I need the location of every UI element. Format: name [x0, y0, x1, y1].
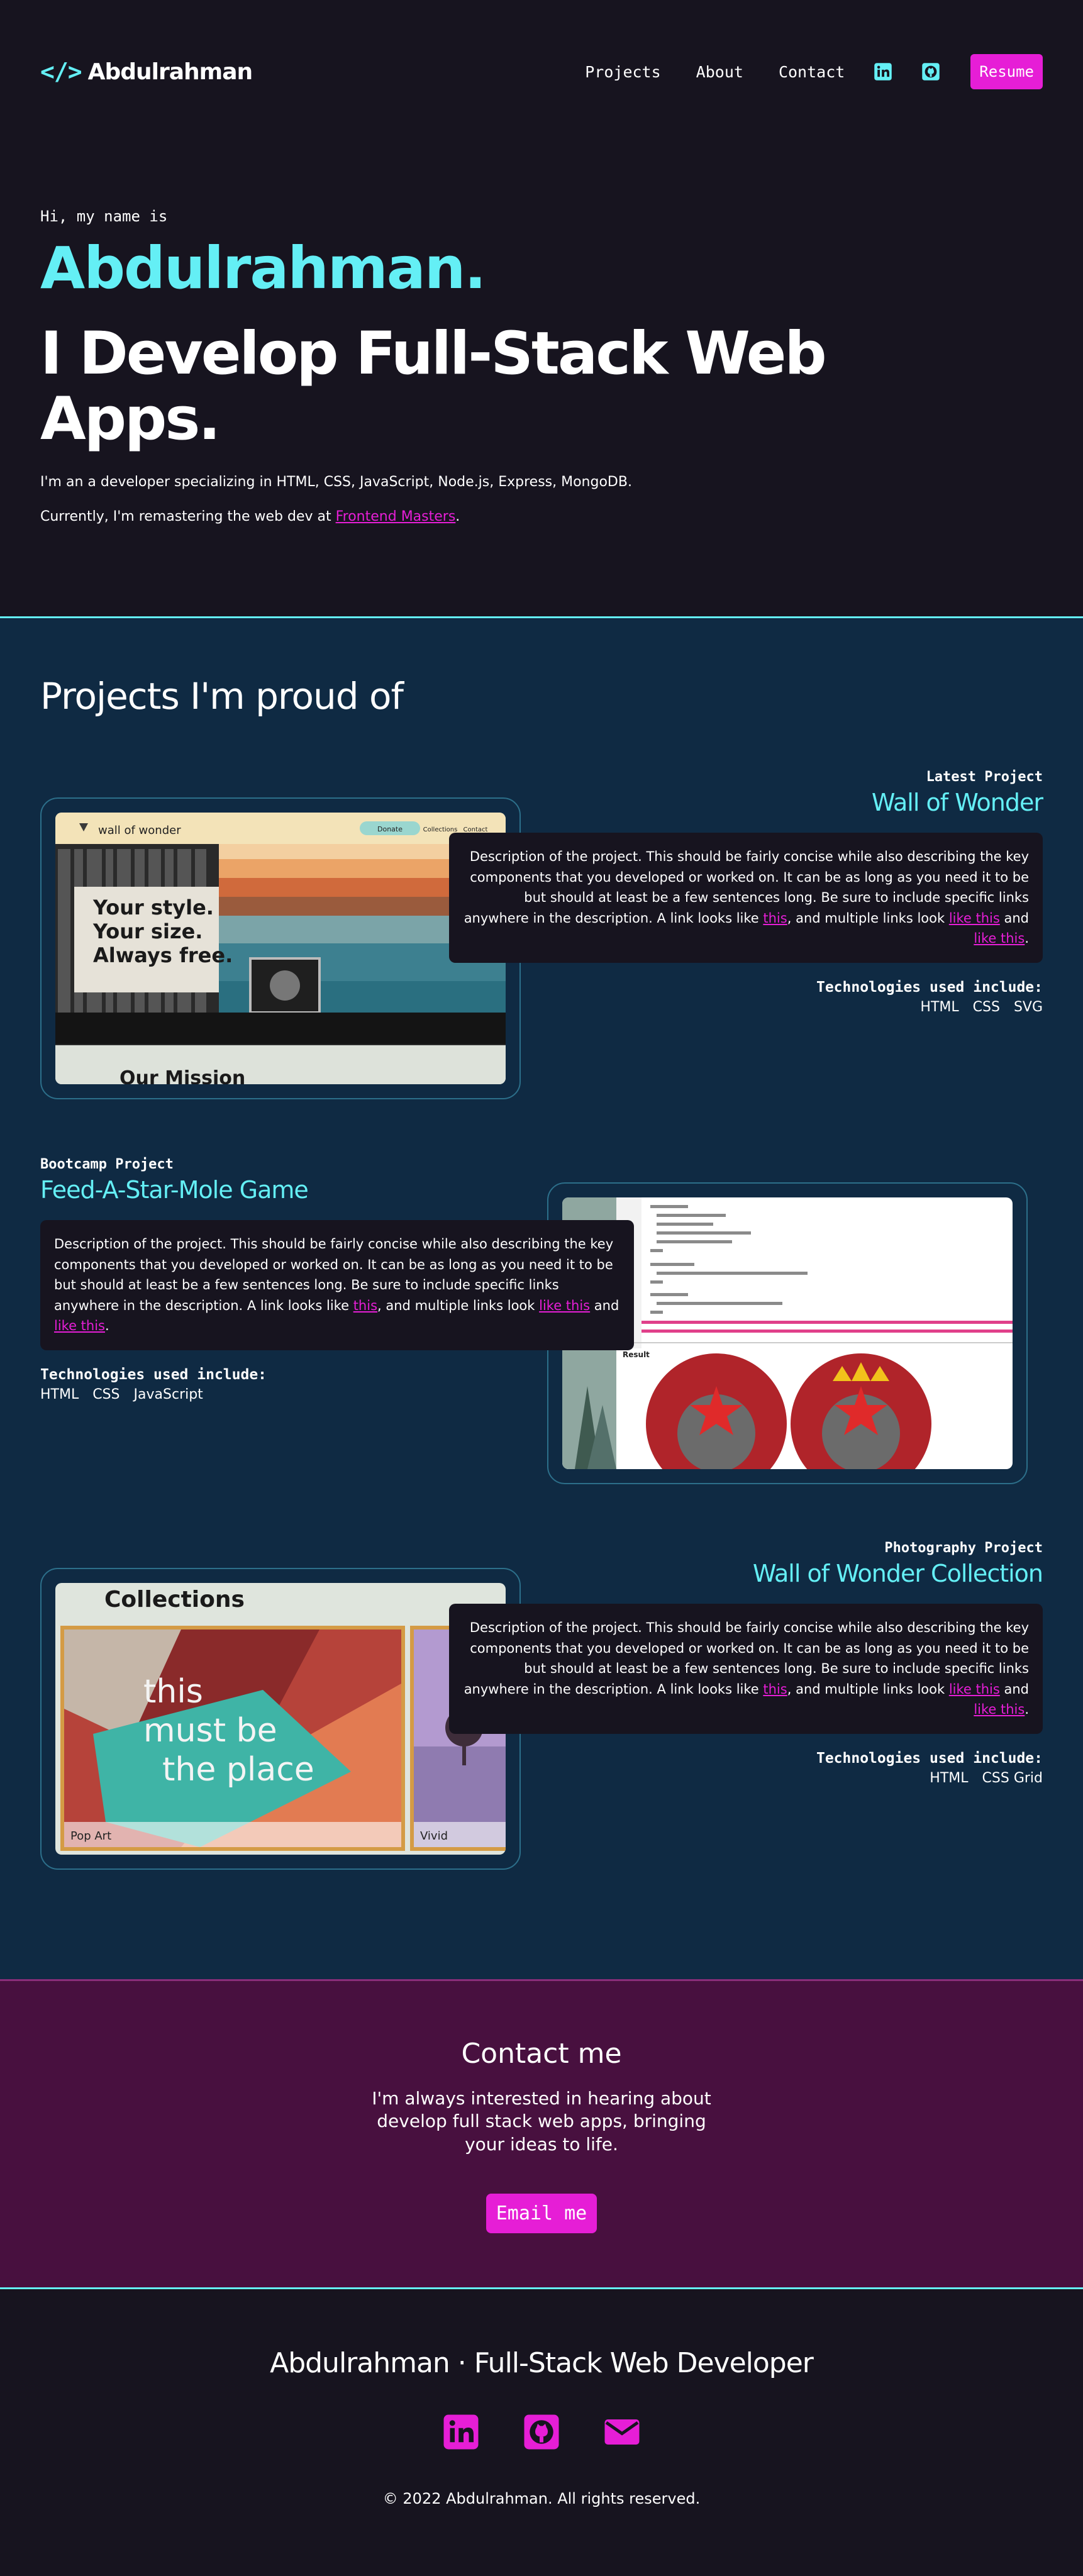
- project-1-description: Description of the project. This should …: [449, 833, 1043, 963]
- project-1-info: Latest Project Wall of Wonder Descriptio…: [449, 769, 1043, 1015]
- desc-link-this[interactable]: this: [763, 911, 787, 926]
- contact-section: Contact me I'm always interested in hear…: [0, 1979, 1083, 2289]
- tech-item: HTML: [40, 1386, 79, 1402]
- tech-item: JavaScript: [133, 1386, 203, 1402]
- hero-current-end: .: [455, 508, 460, 525]
- desc-link-like-this-1[interactable]: like this: [949, 1682, 1000, 1697]
- project-2-kind: Bootcamp Project: [40, 1157, 174, 1172]
- hero-section: Hi, my name is Abdulrahman. I Develop Fu…: [40, 208, 984, 525]
- contact-heading: Contact me: [461, 2038, 622, 2070]
- wow-mission: Our Mission: [119, 1067, 245, 1084]
- project-3-screenshot: Collections this must be the place Pop A…: [55, 1583, 506, 1855]
- email-me-button[interactable]: Email me: [486, 2194, 597, 2234]
- linkedin-icon[interactable]: [442, 2413, 480, 2451]
- tech-item: CSS: [972, 999, 1000, 1015]
- linkedin-icon[interactable]: [874, 62, 892, 81]
- tech-item: SVG: [1013, 999, 1043, 1015]
- project-3-tech-heading: Technologies used include:: [816, 1750, 1043, 1767]
- neon-line-3: the place: [162, 1751, 314, 1789]
- collections-heading: Collections: [104, 1587, 245, 1613]
- frontend-masters-link[interactable]: Frontend Masters: [336, 509, 456, 525]
- project-2-title[interactable]: Feed-A-Star-Mole Game: [40, 1176, 634, 1204]
- code-icon: </>: [40, 58, 82, 86]
- project-3-kind: Photography Project: [884, 1540, 1043, 1556]
- top-nav: </> Abdulrahman Projects About Contact R…: [0, 0, 1083, 142]
- neon-line-1: this: [143, 1673, 203, 1711]
- desc-link-like-this-1[interactable]: like this: [539, 1298, 590, 1313]
- project-2-tech-heading: Technologies used include:: [40, 1366, 267, 1383]
- copyright: © 2022 Abdulrahman. All rights reserved.: [382, 2490, 701, 2507]
- github-icon[interactable]: [523, 2413, 560, 2451]
- desc-link-this[interactable]: this: [353, 1298, 377, 1313]
- footer: Abdulrahman · Full-Stack Web Developer ©…: [0, 2289, 1083, 2576]
- hero-current-text: Currently, I'm remastering the web dev a…: [40, 508, 336, 525]
- tech-item: HTML: [920, 999, 959, 1015]
- desc-and: and: [999, 910, 1029, 926]
- footer-title: Abdulrahman · Full-Stack Web Developer: [270, 2347, 814, 2379]
- hero-name: Abdulrahman.: [40, 235, 486, 302]
- project-3-info: Photography Project Wall of Wonder Colle…: [449, 1540, 1043, 1786]
- resume-button[interactable]: Resume: [970, 54, 1043, 89]
- wow-headline-1: Your style.: [92, 896, 214, 919]
- desc-mid: , and multiple links look: [377, 1297, 540, 1313]
- desc-and: and: [590, 1297, 619, 1313]
- wow-headline-2: Your size.: [92, 919, 203, 943]
- wow-headline-3: Always free.: [93, 943, 233, 967]
- desc-link-like-this-2[interactable]: like this: [974, 1702, 1025, 1717]
- project-3-title[interactable]: Wall of Wonder Collection: [449, 1560, 1043, 1587]
- hero-tagline: I Develop Full-Stack Web Apps.: [40, 319, 827, 453]
- hero-greeting: Hi, my name is: [40, 208, 168, 225]
- desc-link-this[interactable]: this: [763, 1682, 787, 1697]
- tech-item: CSS: [92, 1386, 120, 1402]
- desc-end: .: [105, 1318, 109, 1334]
- project-1-tech-list: HTML CSS SVG: [449, 999, 1043, 1015]
- desc-end: .: [1025, 931, 1029, 947]
- desc-link-like-this-1[interactable]: like this: [949, 911, 1000, 926]
- mail-icon[interactable]: [603, 2413, 641, 2451]
- hero-current: Currently, I'm remastering the web dev a…: [40, 509, 984, 525]
- project-3-tech-list: HTML CSS Grid: [449, 1770, 1043, 1786]
- wow-brand: wall of wonder: [98, 824, 181, 837]
- logo-text: Abdulrahman: [87, 58, 253, 85]
- projects-heading: Projects I'm proud of: [40, 675, 404, 718]
- desc-link-like-this-2[interactable]: like this: [974, 931, 1025, 946]
- footer-social-links: [0, 2413, 1083, 2451]
- project-2-tech-list: HTML CSS JavaScript: [40, 1387, 634, 1402]
- desc-link-like-this-2[interactable]: like this: [54, 1318, 105, 1333]
- desc-end: .: [1025, 1702, 1029, 1718]
- nav-link-about[interactable]: About: [696, 63, 743, 81]
- nav-links: Projects About Contact Resume: [550, 54, 1043, 89]
- nav-link-projects[interactable]: Projects: [585, 63, 660, 81]
- desc-mid: , and multiple links look: [787, 910, 949, 926]
- project-2-description: Description of the project. This should …: [40, 1220, 634, 1350]
- project-1-title[interactable]: Wall of Wonder: [449, 789, 1043, 816]
- project-3-description: Description of the project. This should …: [449, 1604, 1043, 1734]
- contact-text: I'm always interested in hearing about d…: [372, 2088, 711, 2155]
- desc-and: and: [999, 1681, 1029, 1697]
- neon-line-2: must be: [143, 1712, 277, 1750]
- nav-link-contact[interactable]: Contact: [779, 63, 845, 81]
- wow-donate: Donate: [377, 825, 403, 833]
- project-1-screenshot: wall of wonder Donate Collections Contac…: [55, 813, 506, 1084]
- caption-vivid: Vivid: [420, 1829, 448, 1843]
- project-1-kind: Latest Project: [926, 769, 1043, 785]
- hero-intro: I'm an a developer specializing in HTML,…: [40, 474, 632, 490]
- github-icon[interactable]: [921, 62, 940, 81]
- projects-section: Projects I'm proud of wall of wonder Don…: [0, 616, 1083, 1981]
- tech-item: CSS Grid: [982, 1770, 1043, 1786]
- site-logo[interactable]: </> Abdulrahman: [40, 58, 253, 86]
- project-2-info: Bootcamp Project Feed-A-Star-Mole Game D…: [40, 1157, 634, 1402]
- desc-mid: , and multiple links look: [787, 1681, 949, 1697]
- tech-item: HTML: [930, 1770, 969, 1786]
- project-1-tech-heading: Technologies used include:: [816, 979, 1043, 996]
- caption-pop-art: Pop Art: [70, 1829, 111, 1843]
